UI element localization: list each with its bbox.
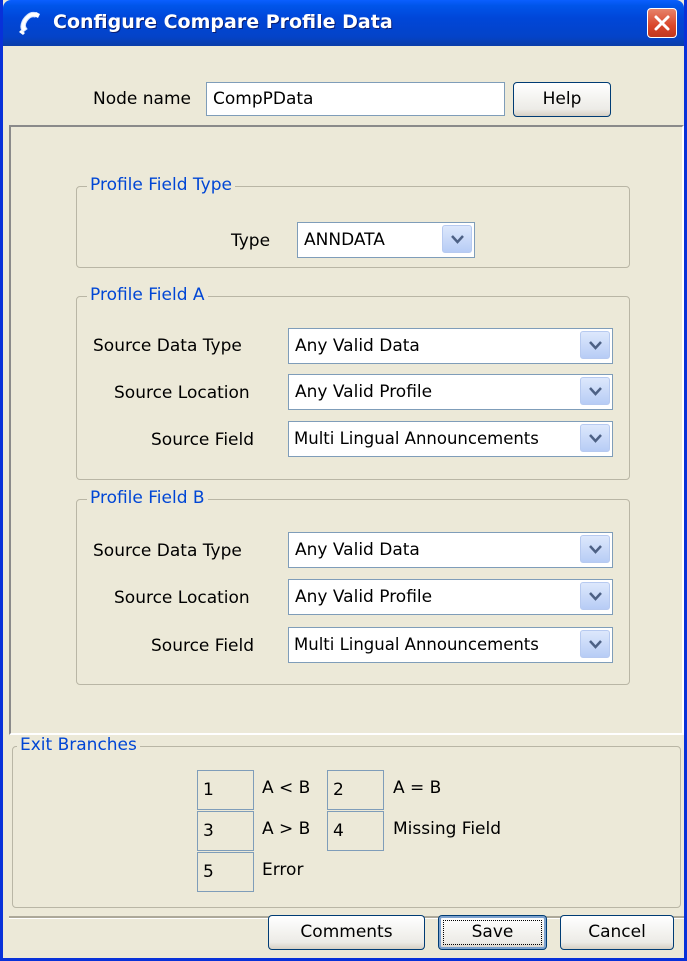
window-title: Configure Compare Profile Data [53, 11, 393, 33]
exit-branches-title: Exit Branches [17, 735, 140, 755]
a-source-data-type-select[interactable]: Any Valid Data [288, 328, 613, 364]
close-button[interactable] [647, 8, 677, 38]
branch-number: 2 [327, 770, 384, 810]
save-button[interactable]: Save [438, 915, 547, 950]
branch-number: 1 [197, 770, 254, 810]
b-source-location-value: Any Valid Profile [295, 587, 433, 607]
chevron-down-icon[interactable] [580, 424, 610, 452]
comments-button[interactable]: Comments [268, 915, 425, 950]
a-source-field-select[interactable]: Multi Lingual Announcements [288, 421, 613, 457]
phone-handset-icon [17, 10, 43, 36]
b-source-location-select[interactable]: Any Valid Profile [288, 579, 613, 615]
a-source-location-select[interactable]: Any Valid Profile [288, 374, 613, 410]
type-label: Type [231, 231, 271, 251]
chevron-down-icon[interactable] [580, 582, 610, 610]
branch-label: Missing Field [393, 819, 502, 839]
branch-label: A = B [393, 778, 442, 798]
branch-number: 5 [197, 852, 254, 892]
type-select-value: ANNDATA [304, 230, 385, 250]
cancel-button-label: Cancel [588, 922, 646, 942]
a-source-data-type-label: Source Data Type [93, 336, 242, 356]
chevron-down-icon[interactable] [442, 225, 472, 253]
dialog-window: Configure Compare Profile Data Node name… [0, 0, 687, 961]
b-source-location-label: Source Location [114, 588, 250, 608]
cancel-button[interactable]: Cancel [560, 915, 674, 950]
b-source-field-label: Source Field [151, 636, 255, 656]
a-source-location-label: Source Location [114, 383, 250, 403]
focus-ring [443, 920, 542, 945]
a-source-data-type-value: Any Valid Data [295, 336, 420, 356]
node-name-label: Node name [93, 89, 191, 109]
chevron-down-icon[interactable] [580, 535, 610, 563]
type-select[interactable]: ANNDATA [297, 222, 475, 258]
branch-label: A > B [262, 819, 311, 839]
branch-label: Error [262, 860, 304, 880]
help-button-label: Help [542, 89, 582, 109]
branch-label: A < B [262, 778, 311, 798]
b-source-data-type-select[interactable]: Any Valid Data [288, 532, 613, 568]
branch-number: 4 [327, 811, 384, 851]
comments-button-label: Comments [300, 922, 393, 942]
a-source-field-label: Source Field [151, 430, 255, 450]
node-name-input[interactable]: CompPData [206, 82, 505, 116]
b-source-data-type-label: Source Data Type [93, 541, 242, 561]
b-source-field-value: Multi Lingual Announcements [294, 635, 539, 654]
help-button[interactable]: Help [513, 82, 611, 117]
chevron-down-icon[interactable] [580, 377, 610, 405]
b-source-field-select[interactable]: Multi Lingual Announcements [288, 627, 613, 663]
b-source-data-type-value: Any Valid Data [295, 540, 420, 560]
profile-field-a-title: Profile Field A [87, 285, 208, 305]
branch-number: 3 [197, 811, 254, 851]
title-bar[interactable]: Configure Compare Profile Data [3, 0, 684, 46]
a-source-field-value: Multi Lingual Announcements [294, 429, 539, 448]
profile-field-type-title: Profile Field Type [87, 175, 235, 195]
profile-field-b-title: Profile Field B [87, 488, 208, 508]
close-icon [654, 15, 670, 31]
a-source-location-value: Any Valid Profile [295, 382, 433, 402]
chevron-down-icon[interactable] [580, 630, 610, 658]
chevron-down-icon[interactable] [580, 331, 610, 359]
